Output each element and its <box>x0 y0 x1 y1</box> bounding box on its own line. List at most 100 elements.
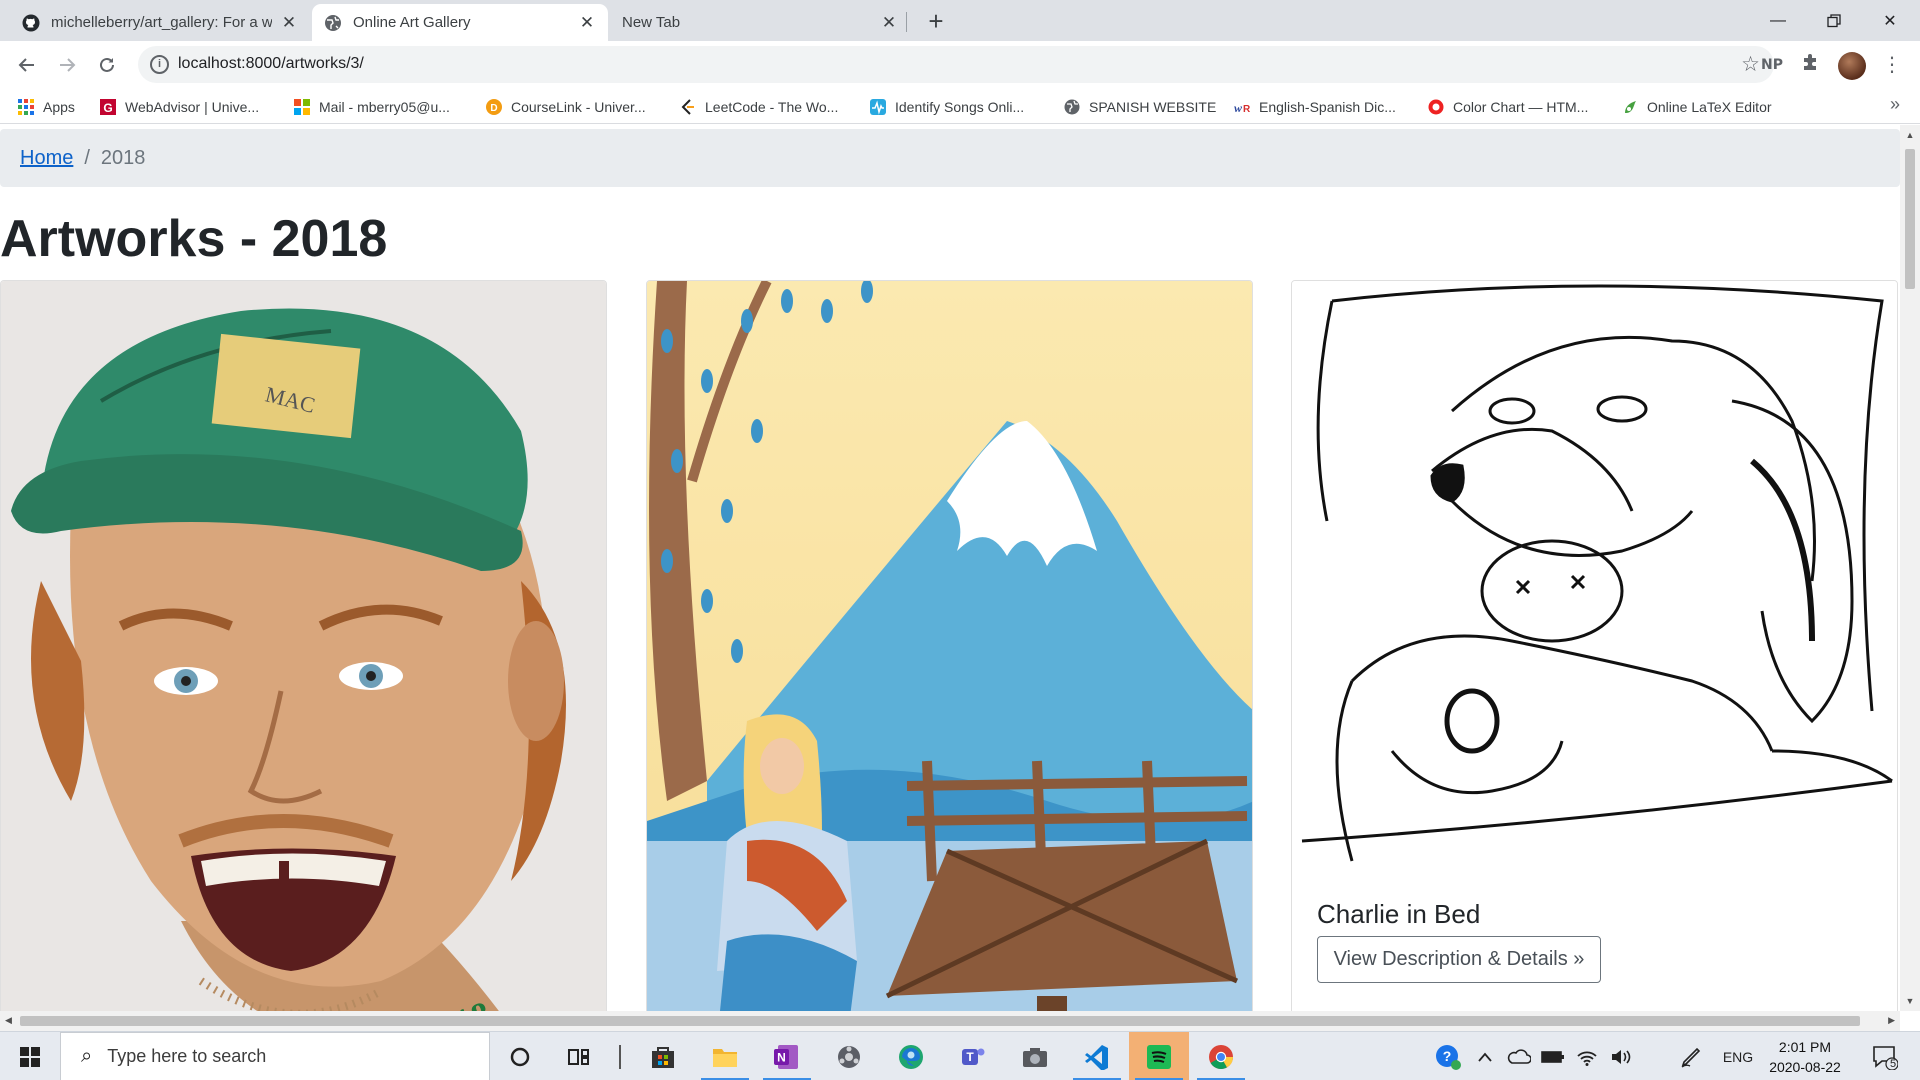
restore-icon[interactable] <box>1806 0 1862 41</box>
globe-icon <box>1064 99 1080 115</box>
bookmark-webadvisor[interactable]: G WebAdvisor | Unive... <box>100 96 259 118</box>
taskbar-search-box[interactable]: ⌕ Type here to search <box>60 1032 490 1080</box>
file-explorer-icon[interactable] <box>695 1032 755 1080</box>
vscode-icon[interactable] <box>1067 1032 1127 1080</box>
github-icon <box>22 14 40 32</box>
bookmark-apps[interactable]: Apps <box>18 96 75 118</box>
windows-start-icon[interactable] <box>0 1032 60 1080</box>
volume-icon[interactable] <box>1606 1032 1636 1080</box>
svg-text:?: ? <box>1443 1048 1452 1064</box>
clock-date: 2020-08-22 <box>1769 1059 1841 1075</box>
profile-avatar[interactable] <box>1838 52 1866 80</box>
bookmark-label: SPANISH WEBSITE <box>1089 99 1217 115</box>
scroll-up-arrow-icon[interactable]: ▲ <box>1905 130 1915 140</box>
search-icon: ⌕ <box>81 1045 93 1067</box>
bookmark-identify-songs[interactable]: Identify Songs Onli... <box>870 96 1024 118</box>
bookmark-mail[interactable]: Mail - mberry05@u... <box>294 96 450 118</box>
language-indicator[interactable]: ENG <box>1716 1032 1760 1080</box>
address-bar[interactable]: i localhost:8000/artworks/3/ ☆ <box>138 46 1774 83</box>
more-bookmarks-icon[interactable]: » <box>1890 94 1900 115</box>
vertical-scroll-thumb[interactable] <box>1905 149 1915 289</box>
edge-icon[interactable] <box>881 1032 941 1080</box>
breadcrumb-home-link[interactable]: Home <box>20 147 73 170</box>
browser-toolbar: i localhost:8000/artworks/3/ ☆ NP ⋮ <box>0 41 1920 89</box>
bookmark-color-chart[interactable]: Color Chart — HTM... <box>1428 96 1588 118</box>
url-text: localhost:8000/artworks/3/ <box>178 55 364 72</box>
np-extension-icon[interactable]: NP <box>1757 52 1787 78</box>
horizontal-scrollbar[interactable]: ◀ ▶ <box>0 1011 1900 1031</box>
breadcrumb-current: 2018 <box>100 146 146 169</box>
help-icon[interactable]: ? <box>1430 1032 1466 1080</box>
svg-text:N: N <box>777 1050 786 1064</box>
bookmark-courselink[interactable]: D CourseLink - Univer... <box>486 96 646 118</box>
bookmark-label: Color Chart — HTM... <box>1453 99 1589 115</box>
microsoft-icon <box>294 99 310 115</box>
svg-text:w: w <box>1234 101 1243 115</box>
bookmark-wordreference[interactable]: wR English-Spanish Dic... <box>1234 96 1396 118</box>
spotify-icon[interactable] <box>1129 1032 1189 1080</box>
tab-title: Online Art Gallery <box>353 14 471 31</box>
bookmark-label: Apps <box>43 99 75 115</box>
scroll-left-arrow-icon[interactable]: ◀ <box>5 1015 12 1026</box>
clock-time: 2:01 PM <box>1778 1039 1832 1055</box>
tab-github[interactable]: michelleberry/art_gallery: For a w ✕ <box>10 4 310 41</box>
teams-icon[interactable]: T <box>943 1032 1003 1080</box>
bookmark-leetcode[interactable]: LeetCode - The Wo... <box>680 96 838 118</box>
bookmark-label: Online LaTeX Editor <box>1647 99 1772 115</box>
show-hidden-icons-icon[interactable] <box>1470 1032 1500 1080</box>
wordreference-icon: wR <box>1234 99 1251 115</box>
reload-icon[interactable] <box>92 50 122 80</box>
scroll-right-arrow-icon[interactable]: ▶ <box>1888 1015 1895 1026</box>
close-tab-icon[interactable]: ✕ <box>280 13 298 32</box>
bookmark-label: LeetCode - The Wo... <box>705 99 839 115</box>
battery-icon[interactable] <box>1538 1032 1568 1080</box>
minimize-icon[interactable]: — <box>1750 0 1806 41</box>
taskbar-divider <box>610 1032 630 1080</box>
media-app-icon[interactable] <box>819 1032 879 1080</box>
scroll-down-arrow-icon[interactable]: ▼ <box>1905 996 1915 1006</box>
site-info-icon[interactable]: i <box>150 55 169 74</box>
breadcrumb: Home / 2018 <box>0 129 1900 187</box>
notifications-icon[interactable]: 5 <box>1860 1032 1910 1080</box>
artwork-image-mountain[interactable] <box>647 281 1253 1011</box>
bookmark-label: Mail - mberry05@u... <box>319 99 450 115</box>
close-window-icon[interactable]: ✕ <box>1862 0 1918 41</box>
camera-icon[interactable] <box>1005 1032 1065 1080</box>
svg-text:D: D <box>490 103 497 114</box>
close-tab-icon[interactable]: ✕ <box>880 13 898 32</box>
webadvisor-icon: G <box>100 99 116 115</box>
color-chart-icon <box>1428 99 1444 115</box>
forward-arrow-icon[interactable] <box>52 50 82 80</box>
cortana-icon[interactable] <box>490 1032 550 1080</box>
bookmark-latex-editor[interactable]: Online LaTeX Editor <box>1622 96 1772 118</box>
extensions-puzzle-icon[interactable] <box>1797 52 1823 78</box>
new-tab-button[interactable]: + <box>922 8 950 36</box>
search-placeholder: Type here to search <box>107 1046 267 1066</box>
pen-workspace-icon[interactable] <box>1674 1032 1708 1080</box>
vertical-scrollbar[interactable]: ▲ ▼ <box>1900 125 1920 1011</box>
view-details-button[interactable]: View Description & Details » <box>1317 936 1601 983</box>
onenote-icon[interactable]: N <box>757 1032 817 1080</box>
close-tab-icon[interactable]: ✕ <box>578 13 596 32</box>
chrome-menu-icon[interactable]: ⋮ <box>1882 52 1902 78</box>
horizontal-scroll-thumb[interactable] <box>20 1016 1860 1026</box>
store-icon[interactable] <box>633 1032 693 1080</box>
bookmark-spanish-website[interactable]: SPANISH WEBSITE <box>1064 96 1216 118</box>
artwork-image-portrait[interactable]: MAC MB'18 <box>1 281 607 1011</box>
bookmark-label: Identify Songs Onli... <box>895 99 1025 115</box>
breadcrumb-separator: / <box>84 146 90 169</box>
system-clock[interactable]: 2:01 PM 2020-08-22 <box>1760 1037 1850 1077</box>
tab-online-art-gallery[interactable]: Online Art Gallery ✕ <box>312 4 608 41</box>
apps-grid-icon <box>18 99 34 115</box>
artwork-title: Charlie in Bed <box>1317 899 1481 929</box>
artwork-image-charlie-in-bed[interactable] <box>1292 281 1898 871</box>
onedrive-icon[interactable] <box>1504 1032 1534 1080</box>
windows-taskbar: ⌕ Type here to search N T ? ENG 2:01 PM … <box>0 1031 1920 1080</box>
svg-text:R: R <box>1243 104 1250 115</box>
back-arrow-icon[interactable] <box>12 50 42 80</box>
chrome-icon[interactable] <box>1191 1032 1251 1080</box>
tab-new-tab[interactable]: New Tab ✕ <box>610 4 910 41</box>
wifi-icon[interactable] <box>1572 1032 1602 1080</box>
task-view-icon[interactable] <box>550 1032 610 1080</box>
artwork-card-mountain <box>646 280 1253 1011</box>
